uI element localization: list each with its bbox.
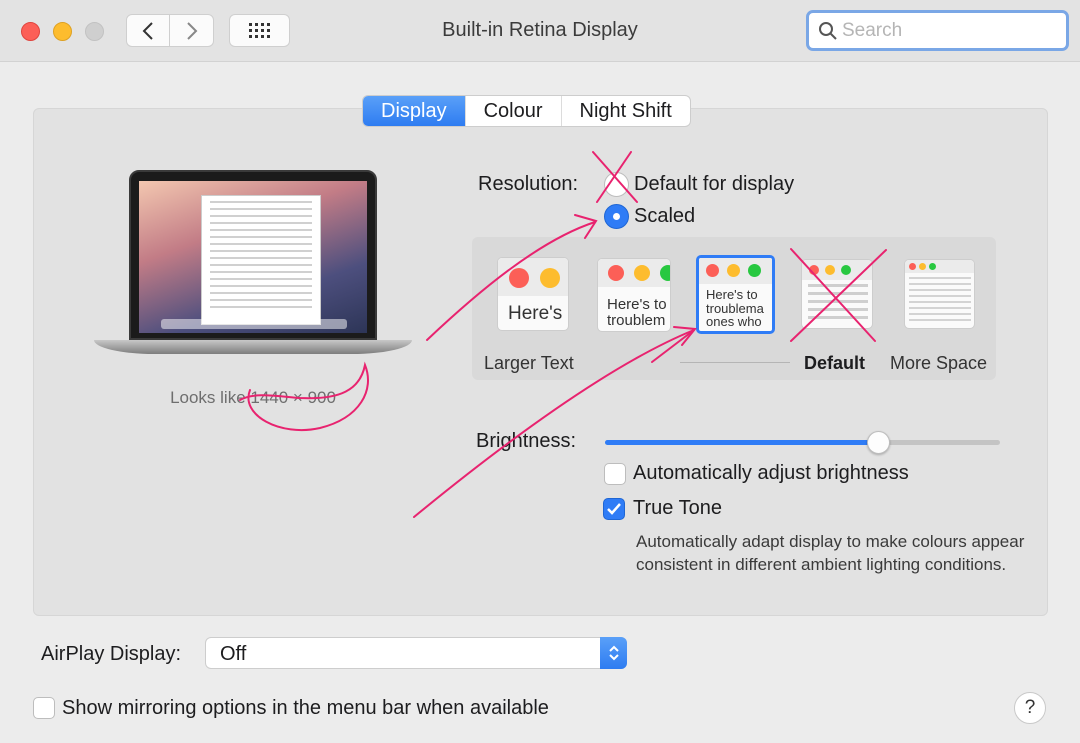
scaled-label[interactable]: Scaled [634,205,695,228]
title-bar: Built-in Retina Display [0,0,1080,62]
airplay-display-label: AirPlay Display: [41,643,182,665]
tab-bar: Display Colour Night Shift [362,95,691,127]
document-window [201,195,321,325]
scaled-option-default[interactable] [801,259,873,329]
dock [161,319,347,329]
mirroring-checkbox[interactable] [33,697,55,719]
true-tone-checkbox[interactable] [603,498,625,520]
scaled-option-preview-text: Here's to troublem [607,296,667,329]
scaled-option-more-space[interactable] [904,259,975,329]
true-tone-description: Automatically adapt display to make colo… [636,532,1025,574]
checkmark-icon [607,503,621,515]
search-icon [819,21,837,40]
search-field[interactable] [806,10,1069,51]
search-input[interactable] [842,19,1062,42]
tab-display[interactable]: Display [363,96,466,126]
scaled-option-preview-text: Here's to troublema ones who [706,287,764,330]
grid-icon [248,22,270,38]
airplay-display-value: Off [220,643,247,665]
looks-like-resolution: Looks like 1440 × 900 [170,388,336,407]
laptop-base [94,340,412,354]
laptop-lid [129,170,377,340]
airplay-display-select[interactable]: Off [205,637,627,669]
divider [680,362,790,363]
auto-brightness-label[interactable]: Automatically adjust brightness [633,462,909,485]
default-for-display-label[interactable]: Default for display [634,173,794,196]
tab-night-shift[interactable]: Night Shift [562,96,690,126]
more-space-label: More Space [890,353,988,373]
slider-fill [605,440,878,445]
minimize-window-button[interactable] [53,22,72,41]
select-arrows-icon [600,637,627,669]
brightness-label: Brightness: [476,430,577,452]
brightness-slider[interactable] [605,431,1000,454]
zoom-window-button[interactable] [85,22,104,41]
default-for-display-radio[interactable] [604,172,629,197]
scaled-option-preview-lines [909,277,971,321]
scaled-radio[interactable] [604,204,629,229]
show-all-button[interactable] [229,14,290,47]
mirroring-label[interactable]: Show mirroring options in the menu bar w… [62,697,549,720]
laptop-screen [139,181,367,333]
slider-knob[interactable] [866,431,890,454]
resolution-label: Resolution: [478,173,579,195]
true-tone-label[interactable]: True Tone [633,497,722,520]
chevron-left-icon [142,21,153,40]
tab-colour[interactable]: Colour [466,96,562,126]
display-preview-image [94,170,412,360]
auto-brightness-checkbox[interactable] [604,463,626,485]
scaled-option-2[interactable]: Here's to troublem [597,258,671,332]
chevron-right-icon [186,21,197,40]
scaled-option-3-selected[interactable]: Here's to troublema ones who [696,255,775,334]
forward-button[interactable] [170,14,214,47]
scaled-option-larger-text[interactable]: Here's [497,257,569,331]
scaled-option-preview-lines [808,284,868,319]
help-button[interactable]: ? [1014,692,1046,724]
close-window-button[interactable] [21,22,40,41]
back-button[interactable] [126,14,170,47]
larger-text-label: Larger Text [484,353,574,373]
scaled-option-preview-text: Here's [508,303,563,324]
default-label: Default [804,353,866,373]
